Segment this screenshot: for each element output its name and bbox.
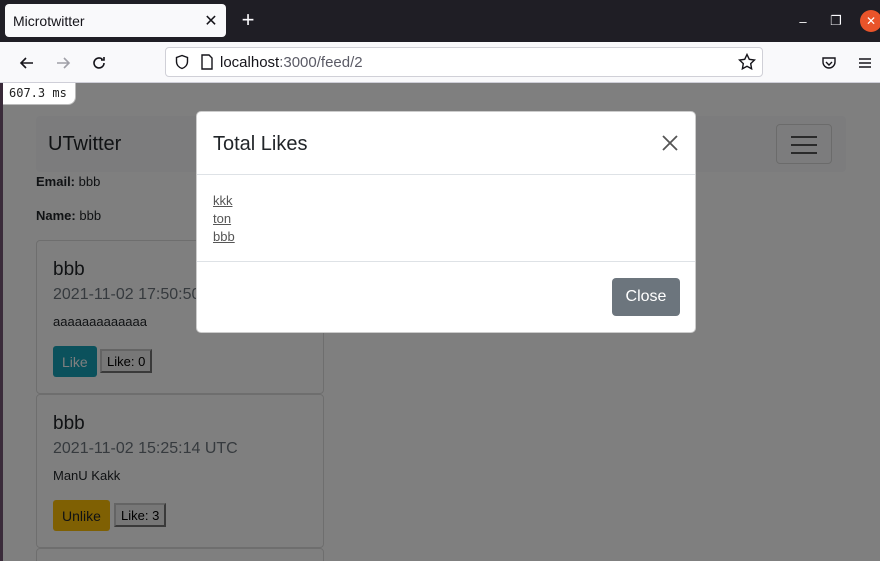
restore-icon[interactable]: ❐: [825, 10, 847, 32]
forward-icon[interactable]: [50, 50, 76, 76]
modal-body: kkk ton bbb: [213, 192, 235, 246]
tab-title: Microtwitter: [13, 12, 85, 29]
shield-icon[interactable]: [174, 54, 190, 70]
page-icon: [200, 54, 214, 70]
minimize-icon[interactable]: –: [792, 10, 814, 32]
close-button[interactable]: Close: [612, 278, 680, 316]
new-tab-icon[interactable]: +: [236, 9, 260, 33]
liker-link[interactable]: bbb: [213, 228, 235, 246]
total-likes-modal: Total Likes kkk ton bbb Close: [196, 111, 696, 333]
pocket-icon[interactable]: [816, 50, 842, 76]
url-bar[interactable]: localhost:3000/feed/2: [165, 47, 763, 77]
window-close-icon[interactable]: ✕: [860, 10, 880, 32]
back-icon[interactable]: [14, 50, 40, 76]
browser-tab-bar: Microtwitter ✕ + – ❐ ✕: [0, 0, 880, 42]
menu-icon[interactable]: [852, 50, 878, 76]
url-text[interactable]: localhost:3000/feed/2: [220, 54, 363, 71]
tab-close-icon[interactable]: ✕: [200, 10, 222, 32]
browser-nav-bar: localhost:3000/feed/2: [0, 42, 880, 83]
liker-link[interactable]: ton: [213, 210, 235, 228]
modal-footer: Close: [197, 261, 695, 333]
modal-close-icon[interactable]: [661, 134, 683, 156]
bookmark-star-icon[interactable]: [738, 53, 756, 71]
timing-badge: 607.3 ms: [3, 83, 76, 105]
modal-header: Total Likes: [197, 112, 695, 175]
modal-title: Total Likes: [213, 133, 308, 155]
browser-tab[interactable]: Microtwitter ✕: [5, 4, 226, 37]
liker-link[interactable]: kkk: [213, 192, 235, 210]
reload-icon[interactable]: [86, 50, 112, 76]
